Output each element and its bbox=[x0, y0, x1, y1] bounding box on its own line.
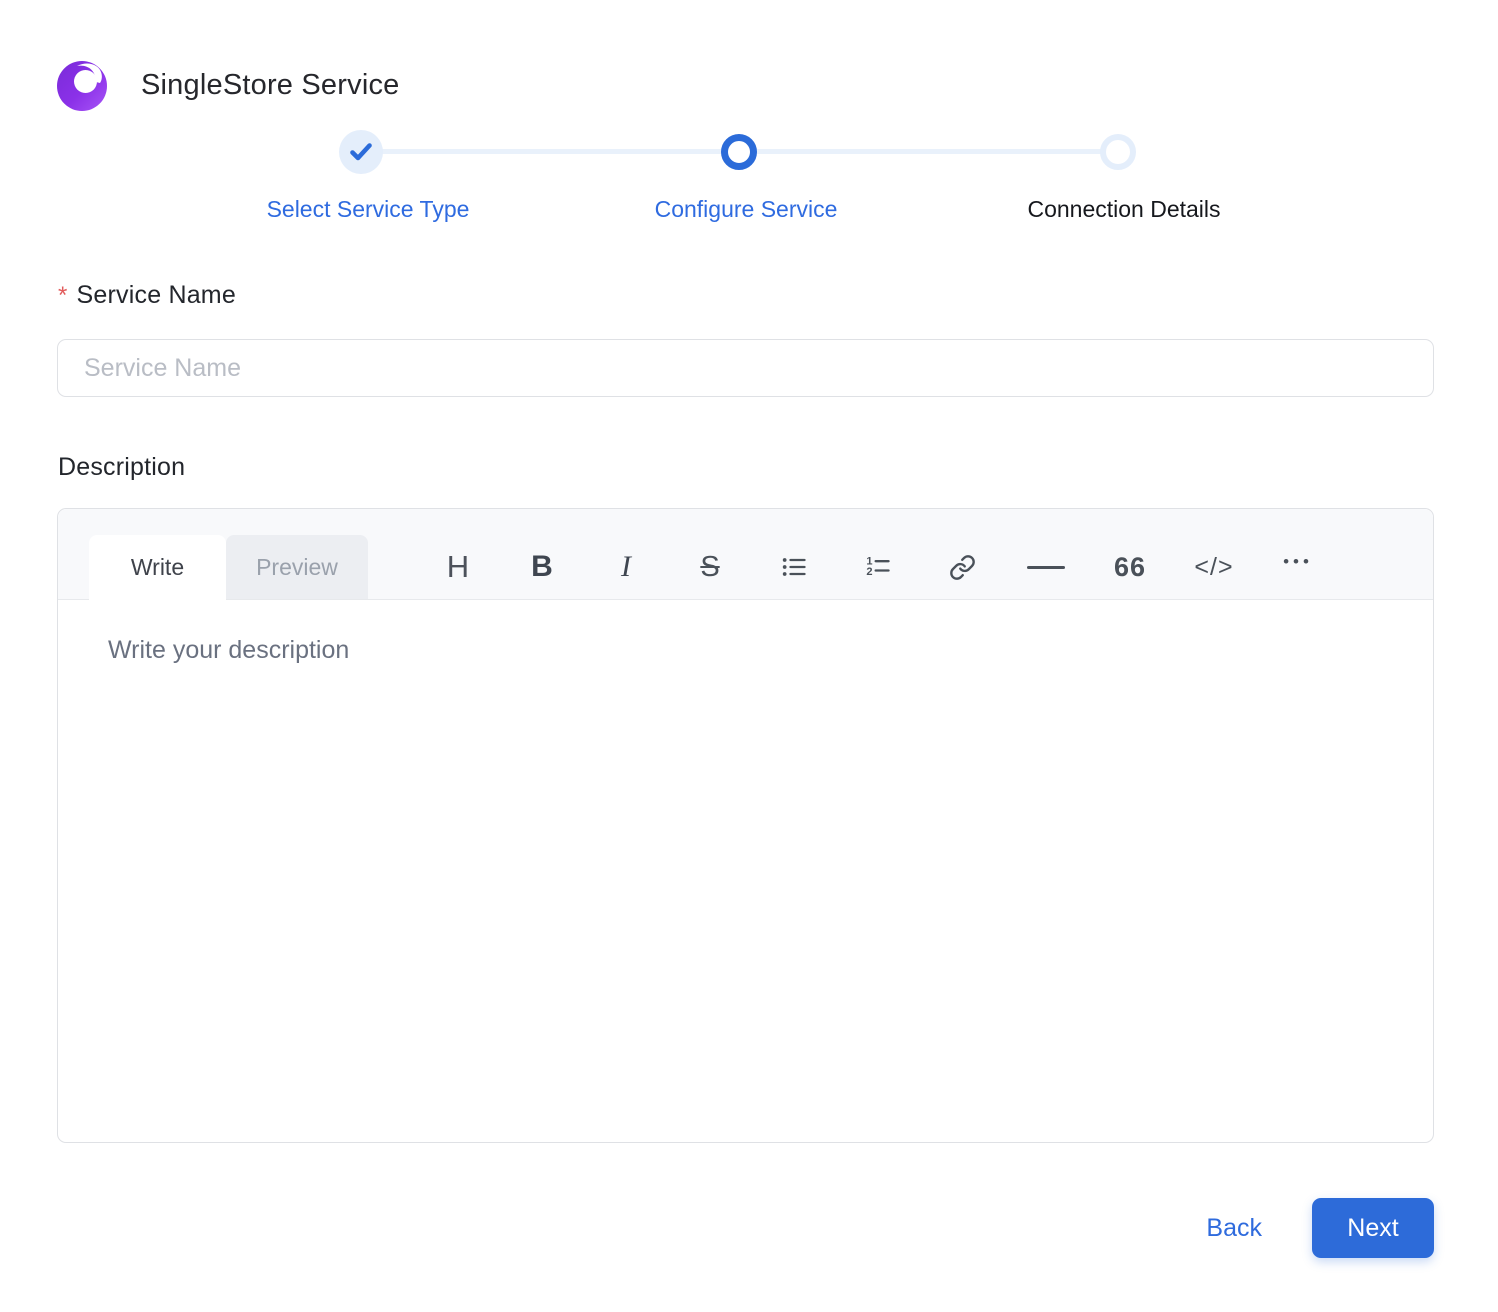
footer-actions: Back Next bbox=[1190, 1198, 1434, 1258]
required-asterisk: * bbox=[58, 282, 68, 309]
editor-body bbox=[58, 600, 1433, 1143]
italic-icon: I bbox=[621, 550, 631, 584]
strikethrough-button[interactable]: S bbox=[668, 535, 752, 599]
strikethrough-icon: S bbox=[700, 551, 719, 584]
code-button[interactable]: </> bbox=[1172, 535, 1256, 599]
step-configure-service-indicator[interactable] bbox=[721, 134, 757, 170]
step-connection-details-indicator[interactable] bbox=[1100, 134, 1136, 170]
service-name-label: * Service Name bbox=[58, 281, 236, 310]
tab-preview[interactable]: Preview bbox=[226, 535, 368, 599]
horizontal-rule-button[interactable] bbox=[1004, 535, 1088, 599]
tab-write[interactable]: Write bbox=[89, 535, 226, 600]
bold-button[interactable]: B bbox=[500, 535, 584, 599]
link-icon bbox=[949, 554, 976, 581]
code-icon: </> bbox=[1194, 553, 1233, 582]
more-icon: ••• bbox=[1283, 552, 1313, 582]
singlestore-service-wizard: SingleStore Service Select Service Type … bbox=[0, 0, 1498, 1312]
italic-button[interactable]: I bbox=[584, 535, 668, 599]
stepper-connector bbox=[365, 149, 739, 154]
editor-header: Write Preview H B I S bbox=[58, 509, 1433, 600]
stepper-connector bbox=[743, 149, 1118, 154]
back-button[interactable]: Back bbox=[1190, 1204, 1278, 1253]
bold-icon: B bbox=[531, 550, 553, 584]
step-label-connection-details[interactable]: Connection Details bbox=[914, 196, 1334, 223]
service-name-label-text: Service Name bbox=[77, 281, 236, 309]
step-label-configure-service[interactable]: Configure Service bbox=[536, 196, 956, 223]
stepper: Select Service Type Configure Service Co… bbox=[0, 0, 1498, 240]
description-label: Description bbox=[58, 453, 185, 482]
more-button[interactable]: ••• bbox=[1256, 535, 1340, 599]
next-button[interactable]: Next bbox=[1312, 1198, 1434, 1258]
link-button[interactable] bbox=[920, 535, 1004, 599]
description-textarea[interactable] bbox=[58, 600, 1433, 1143]
unordered-list-icon bbox=[780, 553, 808, 581]
editor-toolbar: H B I S bbox=[416, 535, 1340, 599]
horizontal-rule-icon bbox=[1027, 566, 1065, 569]
quote-button[interactable]: 66 bbox=[1088, 535, 1172, 599]
step-select-service-type-indicator[interactable] bbox=[339, 130, 383, 174]
description-editor: Write Preview H B I S bbox=[57, 508, 1434, 1143]
check-icon bbox=[350, 143, 372, 161]
unordered-list-button[interactable] bbox=[752, 535, 836, 599]
svg-text:2: 2 bbox=[866, 566, 872, 578]
ordered-list-button[interactable]: 1 2 bbox=[836, 535, 920, 599]
step-label-select-service-type[interactable]: Select Service Type bbox=[158, 196, 578, 223]
heading-button[interactable]: H bbox=[416, 535, 500, 599]
heading-icon: H bbox=[447, 549, 469, 585]
service-name-input[interactable] bbox=[57, 339, 1434, 397]
ordered-list-icon: 1 2 bbox=[864, 553, 892, 581]
quote-icon: 66 bbox=[1114, 552, 1146, 583]
